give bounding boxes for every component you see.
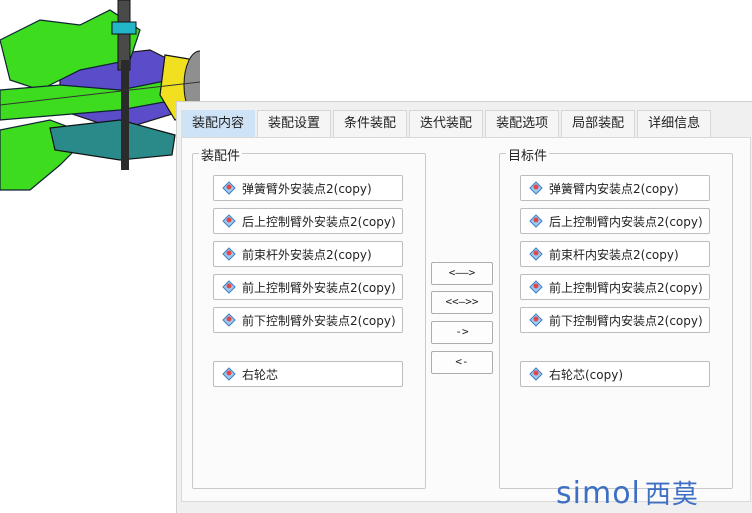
assembly-point-icon (529, 280, 543, 294)
target-parts-title: 目标件 (506, 145, 550, 164)
move-left-button[interactable]: <- (431, 351, 493, 374)
source-item[interactable]: 后上控制臂外安装点2(copy) (213, 208, 403, 234)
tab-bar: 装配内容 装配设置 条件装配 迭代装配 装配选项 局部装配 详细信息 (181, 110, 713, 137)
assembly-point-icon (529, 313, 543, 327)
source-item[interactable]: 前下控制臂外安装点2(copy) (213, 307, 403, 333)
item-label: 右轮芯(copy) (549, 367, 624, 382)
tab-conditional-assembly[interactable]: 条件装配 (333, 110, 408, 137)
target-item[interactable]: 后上控制臂内安装点2(copy) (520, 208, 710, 234)
item-label: 后上控制臂内安装点2(copy) (549, 214, 703, 229)
assembly-point-icon (529, 214, 543, 228)
tab-assembly-options[interactable]: 装配选项 (485, 110, 560, 137)
assembly-point-icon (222, 181, 236, 195)
tab-iterative-assembly[interactable]: 迭代装配 (409, 110, 484, 137)
item-label: 弹簧臂外安装点2(copy) (242, 181, 372, 196)
target-item[interactable]: 右轮芯(copy) (520, 361, 710, 387)
tab-details[interactable]: 详细信息 (637, 110, 712, 137)
source-item[interactable]: 右轮芯 (213, 361, 403, 387)
target-item[interactable]: 前上控制臂内安装点2(copy) (520, 274, 710, 300)
pair-all-button[interactable]: <<—>> (431, 291, 493, 314)
tab-assembly-content[interactable]: 装配内容 (181, 110, 256, 137)
source-item[interactable]: 前上控制臂外安装点2(copy) (213, 274, 403, 300)
watermark-latin: simol (556, 476, 641, 511)
assembly-point-icon (529, 181, 543, 195)
item-label: 弹簧臂内安装点2(copy) (549, 181, 679, 196)
item-label: 前下控制臂外安装点2(copy) (242, 313, 396, 328)
source-item[interactable]: 前束杆外安装点2(copy) (213, 241, 403, 267)
item-label: 前束杆内安装点2(copy) (549, 247, 679, 262)
tab-local-assembly[interactable]: 局部装配 (561, 110, 636, 137)
source-parts-title: 装配件 (199, 145, 243, 164)
source-item[interactable]: 弹簧臂外安装点2(copy) (213, 175, 403, 201)
assembly-point-icon (529, 247, 543, 261)
watermark-cjk: 西莫 (644, 480, 699, 510)
assembly-point-icon (222, 313, 236, 327)
item-label: 前下控制臂内安装点2(copy) (549, 313, 703, 328)
pair-button[interactable]: <——> (431, 262, 493, 285)
assembly-point-icon (222, 280, 236, 294)
item-label: 前上控制臂外安装点2(copy) (242, 280, 396, 295)
watermark-logo: simol 西莫 (556, 474, 699, 511)
assembly-point-icon (222, 367, 236, 381)
assembly-point-icon (529, 367, 543, 381)
target-item[interactable]: 前下控制臂内安装点2(copy) (520, 307, 710, 333)
assembly-point-icon (222, 247, 236, 261)
tab-assembly-settings[interactable]: 装配设置 (257, 110, 332, 137)
item-label: 前束杆外安装点2(copy) (242, 247, 372, 262)
item-label: 前上控制臂内安装点2(copy) (549, 280, 703, 295)
move-right-button[interactable]: -> (431, 321, 493, 344)
item-label: 后上控制臂外安装点2(copy) (242, 214, 396, 229)
target-item[interactable]: 弹簧臂内安装点2(copy) (520, 175, 710, 201)
item-label: 右轮芯 (242, 367, 279, 382)
suspension-model-view (0, 0, 200, 191)
target-item[interactable]: 前束杆内安装点2(copy) (520, 241, 710, 267)
assembly-point-icon (222, 214, 236, 228)
